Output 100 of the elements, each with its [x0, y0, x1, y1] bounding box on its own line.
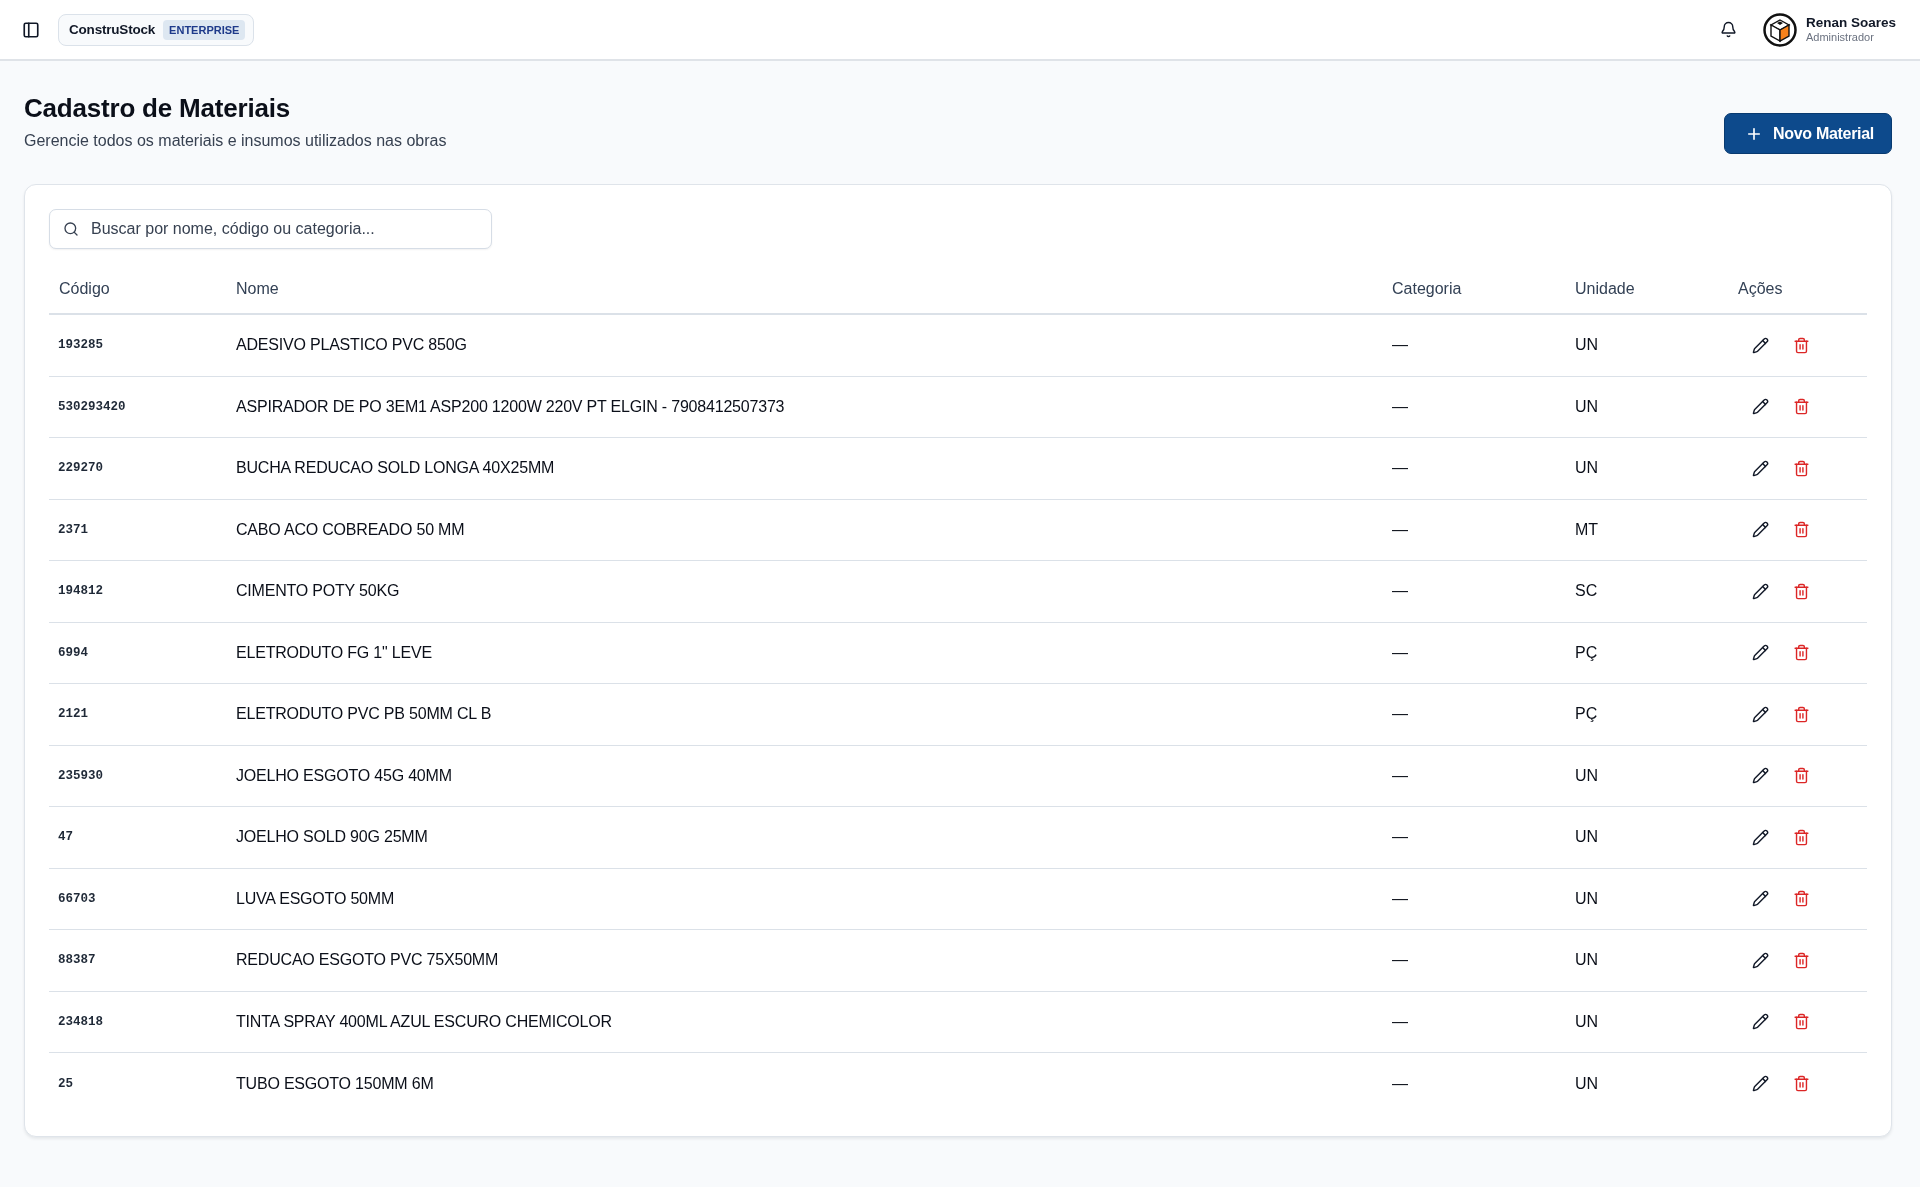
code-cell-text: 25	[57, 1076, 73, 1091]
delete-button[interactable]	[1793, 398, 1810, 416]
pencil-icon	[1752, 1075, 1769, 1093]
pencil-icon	[1752, 459, 1769, 477]
category-cell-text: —	[1391, 643, 1408, 662]
pencil-icon	[1752, 1013, 1769, 1031]
pencil-icon	[1752, 336, 1769, 354]
unit-cell-text: PÇ	[1574, 643, 1598, 662]
search-field[interactable]: Buscar por nome, código ou categoria...	[49, 209, 492, 249]
delete-button[interactable]	[1793, 705, 1810, 723]
unit-cell-text: UN	[1574, 828, 1599, 847]
code-cell-text: 194812	[57, 584, 103, 599]
cube-avatar-icon	[1762, 12, 1797, 47]
unit-cell-text: MT	[1574, 520, 1599, 539]
code-cell-text: 235930	[57, 768, 103, 783]
code-cell-text: 47	[57, 830, 73, 845]
code-cell-text: 193285	[57, 338, 103, 353]
edit-button[interactable]	[1752, 582, 1769, 600]
delete-button[interactable]	[1793, 582, 1810, 600]
delete-button[interactable]	[1793, 828, 1810, 846]
edit-button[interactable]	[1752, 828, 1769, 846]
plan-badge: ENTERPRISE	[163, 19, 246, 40]
trash-icon	[1793, 398, 1810, 416]
column-header: Código	[58, 280, 110, 298]
trash-icon	[1793, 459, 1810, 477]
unit-cell-text: PÇ	[1574, 705, 1598, 724]
delete-button[interactable]	[1793, 951, 1810, 969]
category-cell-text: —	[1391, 889, 1408, 908]
code-cell-text: 530293420	[57, 399, 126, 414]
trash-icon	[1793, 951, 1810, 969]
category-cell-text: —	[1391, 336, 1408, 355]
brand-name: ConstruStock	[69, 22, 156, 37]
name-cell-text: BUCHA REDUCAO SOLD LONGA 40X25MM	[235, 459, 555, 478]
pencil-icon	[1752, 951, 1769, 969]
category-cell-text: —	[1391, 1012, 1408, 1031]
delete-button[interactable]	[1793, 890, 1810, 908]
trash-icon	[1793, 828, 1810, 846]
unit-cell-text: UN	[1574, 766, 1599, 785]
trash-icon	[1793, 1075, 1810, 1093]
sidebar-panel-icon	[22, 20, 40, 39]
column-header: Unidade	[1574, 280, 1635, 298]
pencil-icon	[1752, 705, 1769, 723]
new-material-button[interactable]: Novo Material	[1724, 113, 1892, 154]
edit-button[interactable]	[1752, 336, 1769, 354]
name-cell-text: ADESIVO PLASTICO PVC 850G	[235, 336, 467, 355]
delete-button[interactable]	[1793, 521, 1810, 539]
delete-button[interactable]	[1793, 459, 1810, 477]
category-cell-text: —	[1391, 705, 1408, 724]
edit-button[interactable]	[1752, 705, 1769, 723]
trash-icon	[1793, 644, 1810, 662]
category-cell-text: —	[1391, 766, 1408, 785]
search-icon	[63, 221, 79, 237]
bell-icon	[1719, 21, 1737, 38]
pencil-icon	[1752, 828, 1769, 846]
page-title: Cadastro de Materiais	[24, 93, 291, 124]
edit-button[interactable]	[1752, 767, 1769, 785]
edit-button[interactable]	[1752, 951, 1769, 969]
category-cell-text: —	[1391, 397, 1408, 416]
code-cell-text: 88387	[57, 953, 96, 968]
trash-icon	[1793, 1013, 1810, 1031]
name-cell-text: CIMENTO POTY 50KG	[235, 582, 400, 601]
name-cell-text: CABO ACO COBREADO 50 MM	[235, 520, 465, 539]
category-cell-text: —	[1391, 582, 1408, 601]
delete-button[interactable]	[1793, 1075, 1810, 1093]
sidebar-toggle-button[interactable]	[22, 20, 40, 39]
code-cell-text: 2121	[57, 707, 88, 722]
pencil-icon	[1752, 582, 1769, 600]
pencil-icon	[1752, 644, 1769, 662]
edit-button[interactable]	[1752, 1075, 1769, 1093]
page-subtitle: Gerencie todos os materiais e insumos utilizados nas obras	[24, 132, 447, 150]
name-cell-text: TUBO ESGOTO 150MM 6M	[235, 1074, 434, 1093]
delete-button[interactable]	[1793, 767, 1810, 785]
delete-button[interactable]	[1793, 1013, 1810, 1031]
name-cell-text: ELETRODUTO FG 1" LEVE	[235, 643, 432, 662]
unit-cell-text: UN	[1574, 1012, 1599, 1031]
code-cell-text: 234818	[57, 1014, 103, 1029]
trash-icon	[1793, 521, 1810, 539]
trash-icon	[1793, 767, 1810, 785]
name-cell-text: LUVA ESGOTO 50MM	[235, 889, 395, 908]
edit-button[interactable]	[1752, 1013, 1769, 1031]
trash-icon	[1793, 705, 1810, 723]
code-cell-text: 2371	[57, 522, 88, 537]
edit-button[interactable]	[1752, 644, 1769, 662]
name-cell-text: ELETRODUTO PVC PB 50MM CL B	[235, 705, 492, 724]
edit-button[interactable]	[1752, 459, 1769, 477]
trash-icon	[1793, 582, 1810, 600]
name-cell-text: JOELHO SOLD 90G 25MM	[235, 828, 428, 847]
notifications-button[interactable]	[1719, 21, 1737, 38]
edit-button[interactable]	[1752, 521, 1769, 539]
code-cell-text: 66703	[57, 891, 96, 906]
edit-button[interactable]	[1752, 398, 1769, 416]
category-cell-text: —	[1391, 520, 1408, 539]
name-cell-text: TINTA SPRAY 400ML AZUL ESCURO CHEMICOLOR	[235, 1012, 612, 1031]
category-cell-text: —	[1391, 951, 1408, 970]
user-name: Renan Soares	[1805, 16, 1896, 30]
unit-cell-text: UN	[1574, 1074, 1599, 1093]
delete-button[interactable]	[1793, 644, 1810, 662]
code-cell-text: 6994	[57, 645, 88, 660]
edit-button[interactable]	[1752, 890, 1769, 908]
delete-button[interactable]	[1793, 336, 1810, 354]
